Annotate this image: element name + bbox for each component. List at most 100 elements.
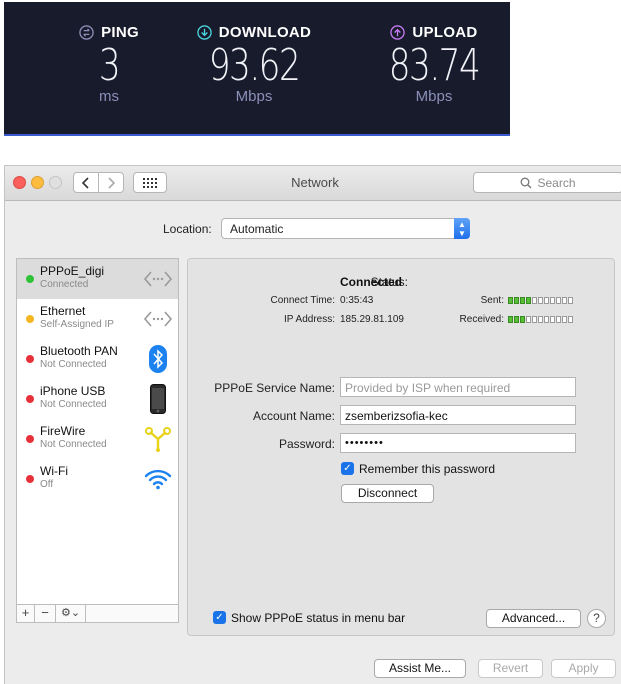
service-status: Not Connected [40, 399, 107, 410]
search-placeholder: Search [537, 175, 576, 190]
show-all-button[interactable] [133, 172, 167, 193]
service-item-firewire[interactable]: FireWire Not Connected [17, 419, 178, 459]
download-label: DOWNLOAD [218, 23, 312, 41]
status-dot [26, 435, 34, 443]
firewire-icon [145, 427, 171, 452]
assist-me-button[interactable]: Assist Me... [374, 659, 466, 678]
apply-button[interactable]: Apply [551, 659, 616, 678]
service-name: iPhone USB [40, 384, 106, 398]
download-value: 93.62 [208, 40, 301, 91]
status-dot [26, 315, 34, 323]
service-name: FireWire [40, 424, 86, 438]
account-name-field[interactable]: zsemberizsofia-kec [340, 405, 576, 425]
status-dot [26, 475, 34, 483]
ethernet-arrows-icon [143, 311, 173, 327]
service-item-bluetooth-pan[interactable]: Bluetooth PAN Not Connected [17, 339, 178, 379]
received-label: Received: [459, 314, 504, 325]
service-list: PPPoE_digi Connected Ethernet Self-Assig… [16, 258, 179, 623]
meter-segment [550, 297, 555, 304]
password-field[interactable]: •••••••• [340, 433, 576, 453]
upload-value: 83.74 [388, 40, 481, 91]
iphone-icon [150, 384, 166, 414]
remember-password-label: Remember this password [359, 462, 496, 476]
bluetooth-icon [149, 345, 167, 373]
ping-metric: PING 3 ms [64, 22, 154, 105]
ping-value: 3 [98, 40, 121, 91]
search-field[interactable]: Search [473, 172, 621, 193]
meter-segment [568, 297, 573, 304]
meter-segment [544, 297, 549, 304]
remove-service-button[interactable]: − [35, 605, 56, 622]
upload-metric: UPLOAD 83.74 Mbps [364, 22, 504, 106]
ping-label: PING [101, 23, 139, 41]
meter-segment [508, 297, 513, 304]
meter-segment [550, 316, 555, 323]
meter-segment [562, 316, 567, 323]
show-status-menubar-checkbox[interactable]: ✓ [213, 611, 226, 624]
meter-segment [514, 316, 519, 323]
status-dot [26, 275, 34, 283]
download-icon [197, 24, 212, 40]
pppoe-service-name-label: PPPoE Service Name: [214, 381, 335, 395]
meter-segment [556, 316, 561, 323]
service-name: Ethernet [40, 304, 86, 318]
meter-segment [538, 297, 543, 304]
advanced-button[interactable]: Advanced... [486, 609, 581, 628]
status-dot [26, 395, 34, 403]
speedtest-accent-bar [4, 134, 510, 136]
meter-segment [568, 316, 573, 323]
disconnect-button[interactable]: Disconnect [341, 484, 434, 503]
ip-address-value: 185.29.81.109 [340, 314, 404, 325]
upload-icon [390, 24, 406, 40]
wifi-icon [144, 469, 172, 490]
status-dot [26, 355, 34, 363]
meter-segment [556, 297, 561, 304]
show-status-menubar-label: Show PPPoE status in menu bar [231, 611, 406, 625]
location-label: Location: [163, 222, 212, 236]
titlebar: Network Search [5, 166, 621, 201]
ping-icon [79, 24, 94, 40]
chevron-left-icon [81, 176, 89, 189]
service-name: Bluetooth PAN [40, 344, 118, 358]
received-meter [508, 316, 573, 323]
minimize-window-button[interactable] [31, 176, 44, 189]
account-name-label: Account Name: [252, 409, 335, 423]
forward-button[interactable] [98, 172, 124, 193]
service-name: PPPoE_digi [40, 264, 105, 278]
action-gear-menu[interactable]: ⚙⌄ [56, 605, 86, 622]
service-status: Self-Assigned IP [40, 319, 114, 330]
service-item-wifi[interactable]: Wi-Fi Off [17, 459, 178, 499]
download-metric: DOWNLOAD 93.62 Mbps [184, 22, 324, 105]
pppoe-service-name-field[interactable]: Provided by ISP when required [340, 377, 576, 397]
service-status: Not Connected [40, 439, 107, 450]
service-item-ethernet[interactable]: Ethernet Self-Assigned IP [17, 299, 178, 339]
service-item-iphone-usb[interactable]: iPhone USB Not Connected [17, 379, 178, 419]
revert-button[interactable]: Revert [478, 659, 543, 678]
service-status: Connected [40, 279, 89, 290]
connect-time-label: Connect Time: [270, 295, 335, 306]
remember-password-checkbox[interactable]: ✓ [341, 462, 354, 475]
grid-icon [143, 177, 157, 188]
help-button[interactable]: ? [587, 609, 606, 628]
speedtest-panel: PING 3 ms DOWNLOAD 93.62 Mbps UPLOAD 83.… [4, 2, 510, 136]
meter-segment [526, 297, 531, 304]
meter-segment [514, 297, 519, 304]
back-button[interactable] [73, 172, 99, 193]
service-list-toolbar: + − ⚙⌄ [17, 604, 178, 622]
meter-segment [544, 316, 549, 323]
service-item-pppoe[interactable]: PPPoE_digi Connected [17, 259, 178, 299]
meter-segment [538, 316, 543, 323]
meter-segment [508, 316, 513, 323]
location-select[interactable]: Automatic ▲ ▼ [221, 218, 470, 239]
meter-segment [562, 297, 567, 304]
meter-segment [532, 297, 537, 304]
search-icon [521, 177, 532, 188]
sent-label: Sent: [480, 295, 504, 306]
updown-chevron-icon: ▲ ▼ [454, 218, 470, 239]
add-service-button[interactable]: + [17, 605, 35, 622]
ethernet-arrows-icon [143, 271, 173, 287]
close-window-button[interactable] [13, 176, 26, 189]
password-label: Password: [278, 437, 335, 451]
zoom-window-button[interactable] [49, 176, 62, 189]
service-status: Not Connected [40, 359, 107, 370]
